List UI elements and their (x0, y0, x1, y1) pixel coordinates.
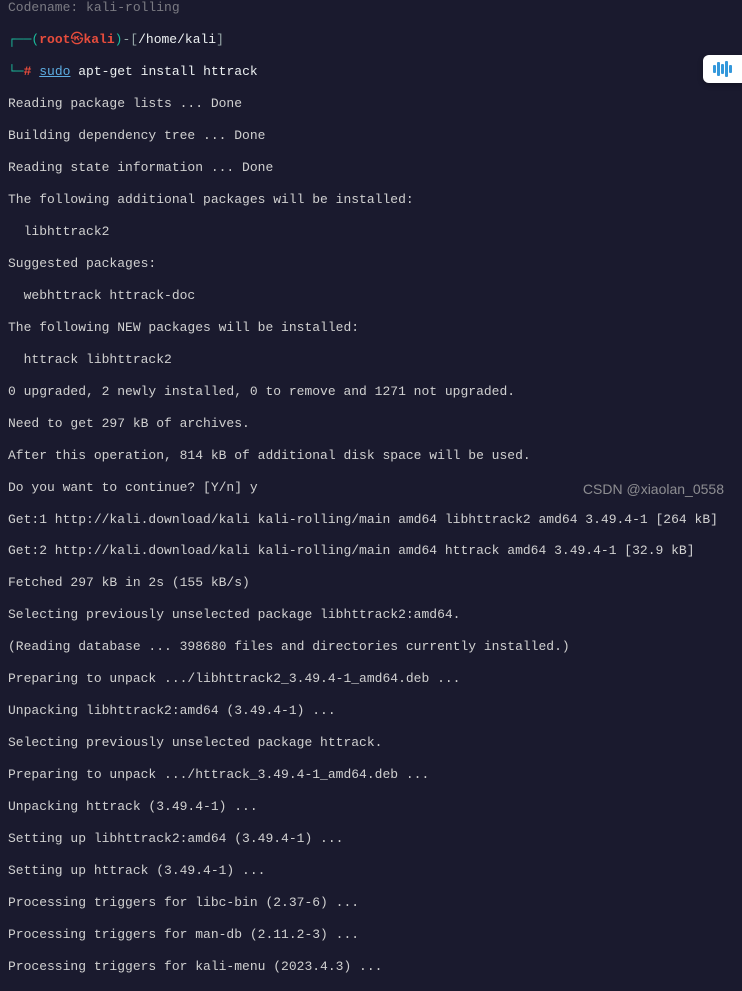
output-line: The following additional packages will b… (8, 192, 734, 208)
output-line: Selecting previously unselected package … (8, 607, 734, 623)
output-line: (Reading database ... 398680 files and d… (8, 639, 734, 655)
audio-bar-icon (713, 65, 716, 73)
output-line: Setting up libhttrack2:amd64 (3.49.4-1) … (8, 831, 734, 847)
audio-bar-icon (717, 62, 720, 76)
output-line: Suggested packages: (8, 256, 734, 272)
output-line: 0 upgraded, 2 newly installed, 0 to remo… (8, 384, 734, 400)
output-line: Unpacking libhttrack2:amd64 (3.49.4-1) .… (8, 703, 734, 719)
prompt-close-bracket: ] (216, 32, 224, 47)
prompt-dash: -[ (122, 32, 138, 47)
output-line: Get:2 http://kali.download/kali kali-rol… (8, 543, 734, 559)
cmd-rest: apt-get install httrack (70, 64, 257, 79)
watermark-text: CSDN @xiaolan_0558 (583, 481, 724, 498)
output-line: webhttrack httrack-doc (8, 288, 734, 304)
output-line: Fetched 297 kB in 2s (155 kB/s) (8, 575, 734, 591)
output-line: After this operation, 814 kB of addition… (8, 448, 734, 464)
output-line: Reading package lists ... Done (8, 96, 734, 112)
output-line: The following NEW packages will be insta… (8, 320, 734, 336)
prompt-at: ㉿ (70, 32, 83, 47)
prompt-host: kali (83, 32, 114, 47)
output-line: Setting up httrack (3.49.4-1) ... (8, 863, 734, 879)
output-line: Processing triggers for kali-menu (2023.… (8, 959, 734, 975)
terminal-output[interactable]: ┌──(root㉿kali)-[/home/kali] └─# sudo apt… (0, 16, 742, 991)
audio-bar-icon (725, 61, 728, 77)
prompt-line-1: ┌──(root㉿kali)-[/home/kali] (8, 32, 734, 48)
output-line: Building dependency tree ... Done (8, 128, 734, 144)
output-line: libhttrack2 (8, 224, 734, 240)
output-line: httrack libhttrack2 (8, 352, 734, 368)
output-line: Processing triggers for man-db (2.11.2-3… (8, 927, 734, 943)
output-line: Reading state information ... Done (8, 160, 734, 176)
prompt-line2-prefix: └─ (8, 64, 24, 79)
output-line: Unpacking httrack (3.49.4-1) ... (8, 799, 734, 815)
partial-previous-line: Codename: kali-rolling (0, 0, 742, 16)
prompt-path: /home/kali (138, 32, 216, 47)
output-line: Preparing to unpack .../httrack_3.49.4-1… (8, 767, 734, 783)
prompt-user: root (39, 32, 70, 47)
output-line: Get:1 http://kali.download/kali kali-rol… (8, 512, 734, 528)
audio-bar-icon (729, 65, 732, 73)
audio-bar-icon (721, 64, 724, 74)
prompt-open: ┌──( (8, 32, 39, 47)
output-line: Preparing to unpack .../libhttrack2_3.49… (8, 671, 734, 687)
prompt-line-2: └─# sudo apt-get install httrack (8, 64, 734, 80)
output-line: Need to get 297 kB of archives. (8, 416, 734, 432)
output-line: Selecting previously unselected package … (8, 735, 734, 751)
prompt-hash: # (24, 64, 32, 79)
cmd-sudo: sudo (39, 64, 70, 79)
audio-widget-button[interactable] (703, 55, 742, 83)
output-line: Processing triggers for libc-bin (2.37-6… (8, 895, 734, 911)
